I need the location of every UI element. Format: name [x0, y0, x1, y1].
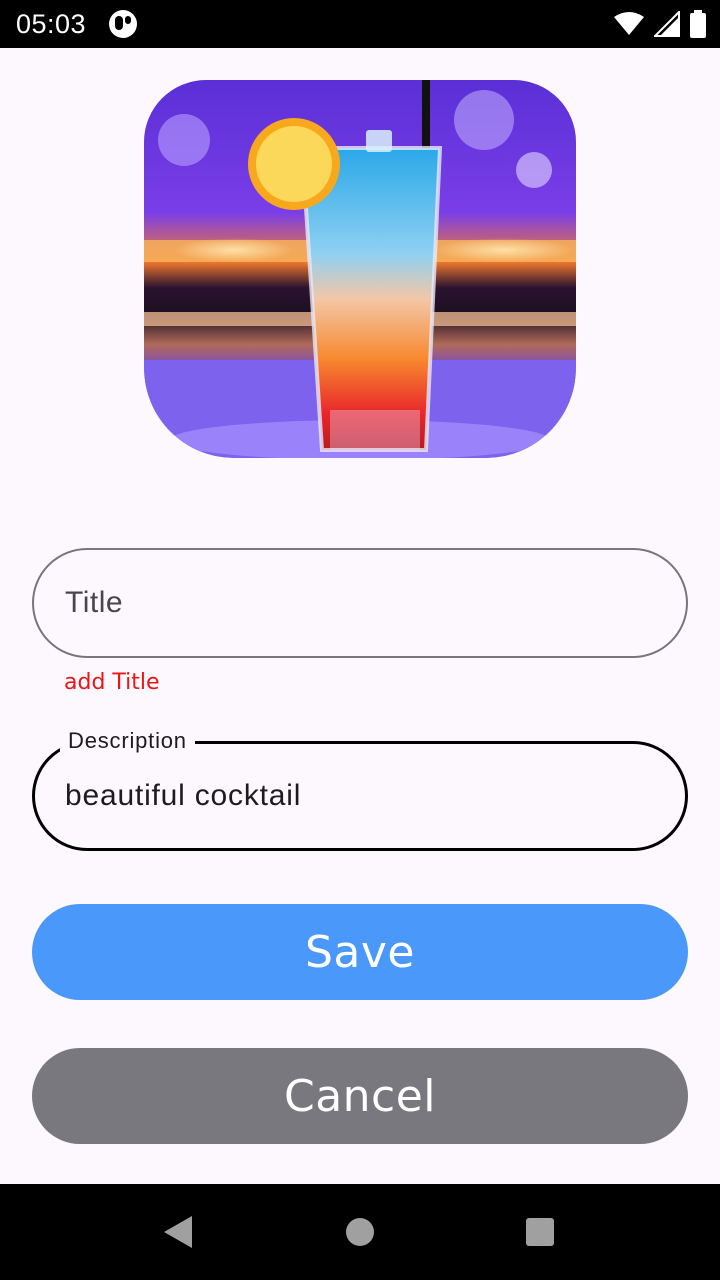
recents-icon[interactable]	[526, 1218, 554, 1246]
status-time: 05:03	[16, 9, 87, 39]
navigation-bar	[0, 1184, 720, 1280]
description-input[interactable]: Description beautiful cocktail	[32, 728, 688, 851]
edit-screen: Title add Title Description beautiful co…	[0, 48, 720, 1184]
status-icons	[614, 10, 706, 38]
cocktail-photo[interactable]	[144, 80, 576, 458]
app-notification-icon	[109, 10, 137, 38]
home-icon[interactable]	[346, 1218, 374, 1246]
cocktail-image	[144, 80, 576, 458]
cancel-button[interactable]: Cancel	[32, 1048, 688, 1144]
back-icon[interactable]	[164, 1216, 192, 1248]
cell-signal-icon	[654, 11, 680, 37]
description-label: Description	[60, 728, 195, 754]
title-error-text: add Title	[64, 670, 160, 695]
title-placeholder: Title	[65, 586, 124, 619]
title-input[interactable]: Title	[32, 548, 688, 658]
battery-icon	[690, 10, 706, 38]
wifi-icon	[614, 12, 644, 35]
status-bar: 05:03	[0, 0, 720, 48]
save-button[interactable]: Save	[32, 904, 688, 1000]
description-value: beautiful cocktail	[65, 779, 302, 812]
